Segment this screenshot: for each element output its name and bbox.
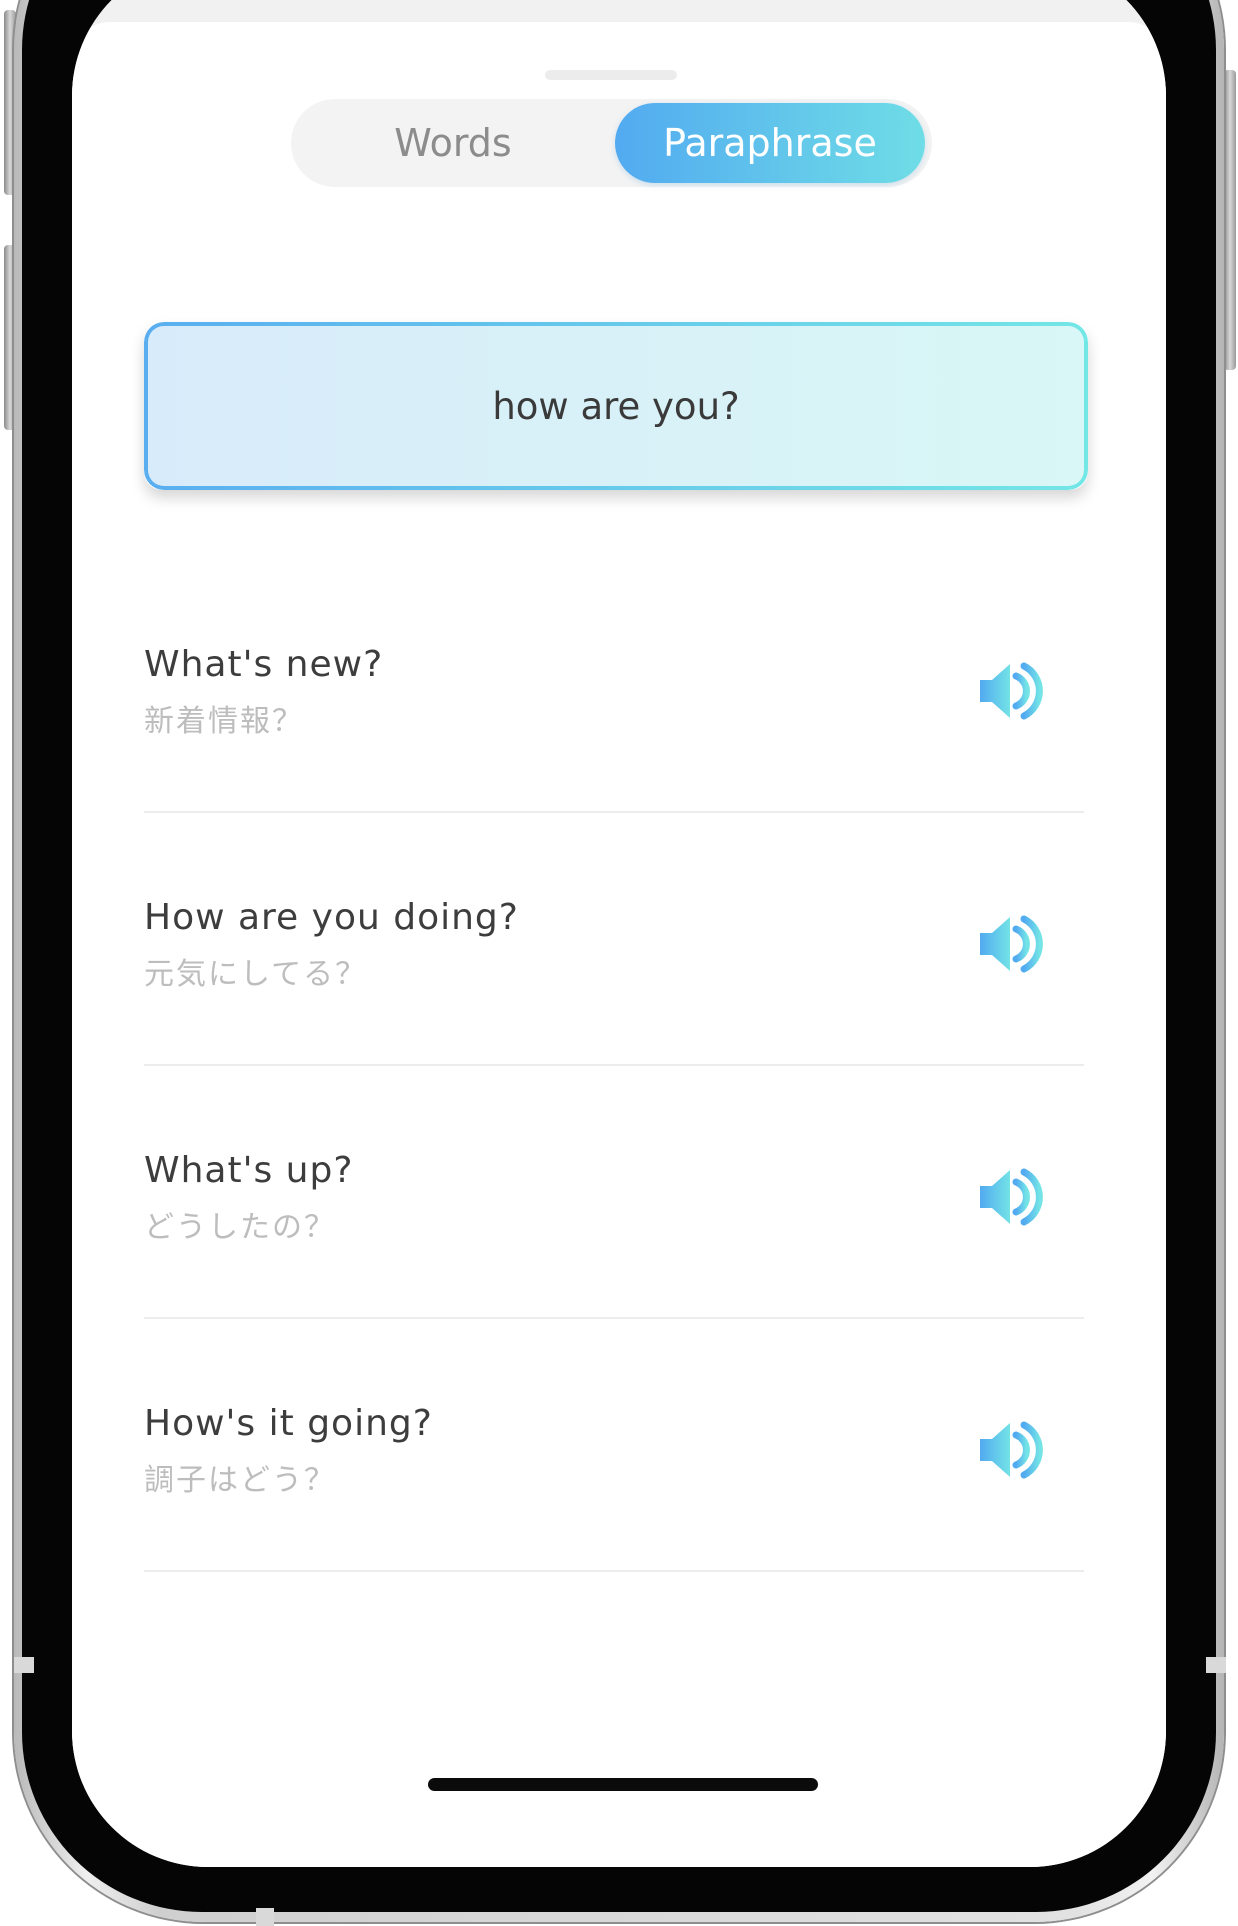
paraphrase-row: How's it going? 調子はどう？ xyxy=(144,1317,1084,1572)
paraphrase-english: How are you doing? xyxy=(144,897,519,938)
paraphrase-row: What's new? 新着情報？ xyxy=(144,558,1084,813)
paraphrase-row: What's up? どうしたの？ xyxy=(144,1064,1084,1319)
mode-segmented-control: Words Paraphrase xyxy=(291,99,932,187)
sheet-grabber[interactable] xyxy=(545,70,677,80)
paraphrase-english: What's up? xyxy=(144,1150,354,1191)
paraphrase-japanese: 元気にしてる？ xyxy=(144,957,368,992)
speaker-icon[interactable] xyxy=(978,911,1044,977)
antenna-band xyxy=(14,1657,34,1673)
paraphrase-japanese: 調子はどう？ xyxy=(144,1463,336,1498)
paraphrase-japanese: どうしたの？ xyxy=(144,1210,336,1245)
tab-paraphrase[interactable]: Paraphrase xyxy=(615,103,925,183)
antenna-band xyxy=(256,1908,274,1926)
paraphrase-japanese: 新着情報？ xyxy=(144,704,304,739)
speaker-icon[interactable] xyxy=(978,658,1044,724)
tab-words[interactable]: Words xyxy=(291,99,615,187)
paraphrase-english: How's it going? xyxy=(144,1403,433,1444)
query-text: how are you? xyxy=(492,384,740,428)
paraphrase-english: What's new? xyxy=(144,644,384,685)
power-button xyxy=(1224,70,1236,370)
bottom-sheet: Words Paraphrase how are you? What's new… xyxy=(72,22,1166,1867)
device-mockup: Words Paraphrase how are you? What's new… xyxy=(0,0,1238,1926)
paraphrase-row: How are you doing? 元気にしてる？ xyxy=(144,811,1084,1066)
home-indicator[interactable] xyxy=(428,1778,818,1791)
speaker-icon[interactable] xyxy=(978,1164,1044,1230)
speaker-icon[interactable] xyxy=(978,1417,1044,1483)
phone-screen: Words Paraphrase how are you? What's new… xyxy=(72,0,1166,1867)
query-card: how are you? xyxy=(144,322,1088,490)
antenna-band xyxy=(1206,1657,1226,1673)
